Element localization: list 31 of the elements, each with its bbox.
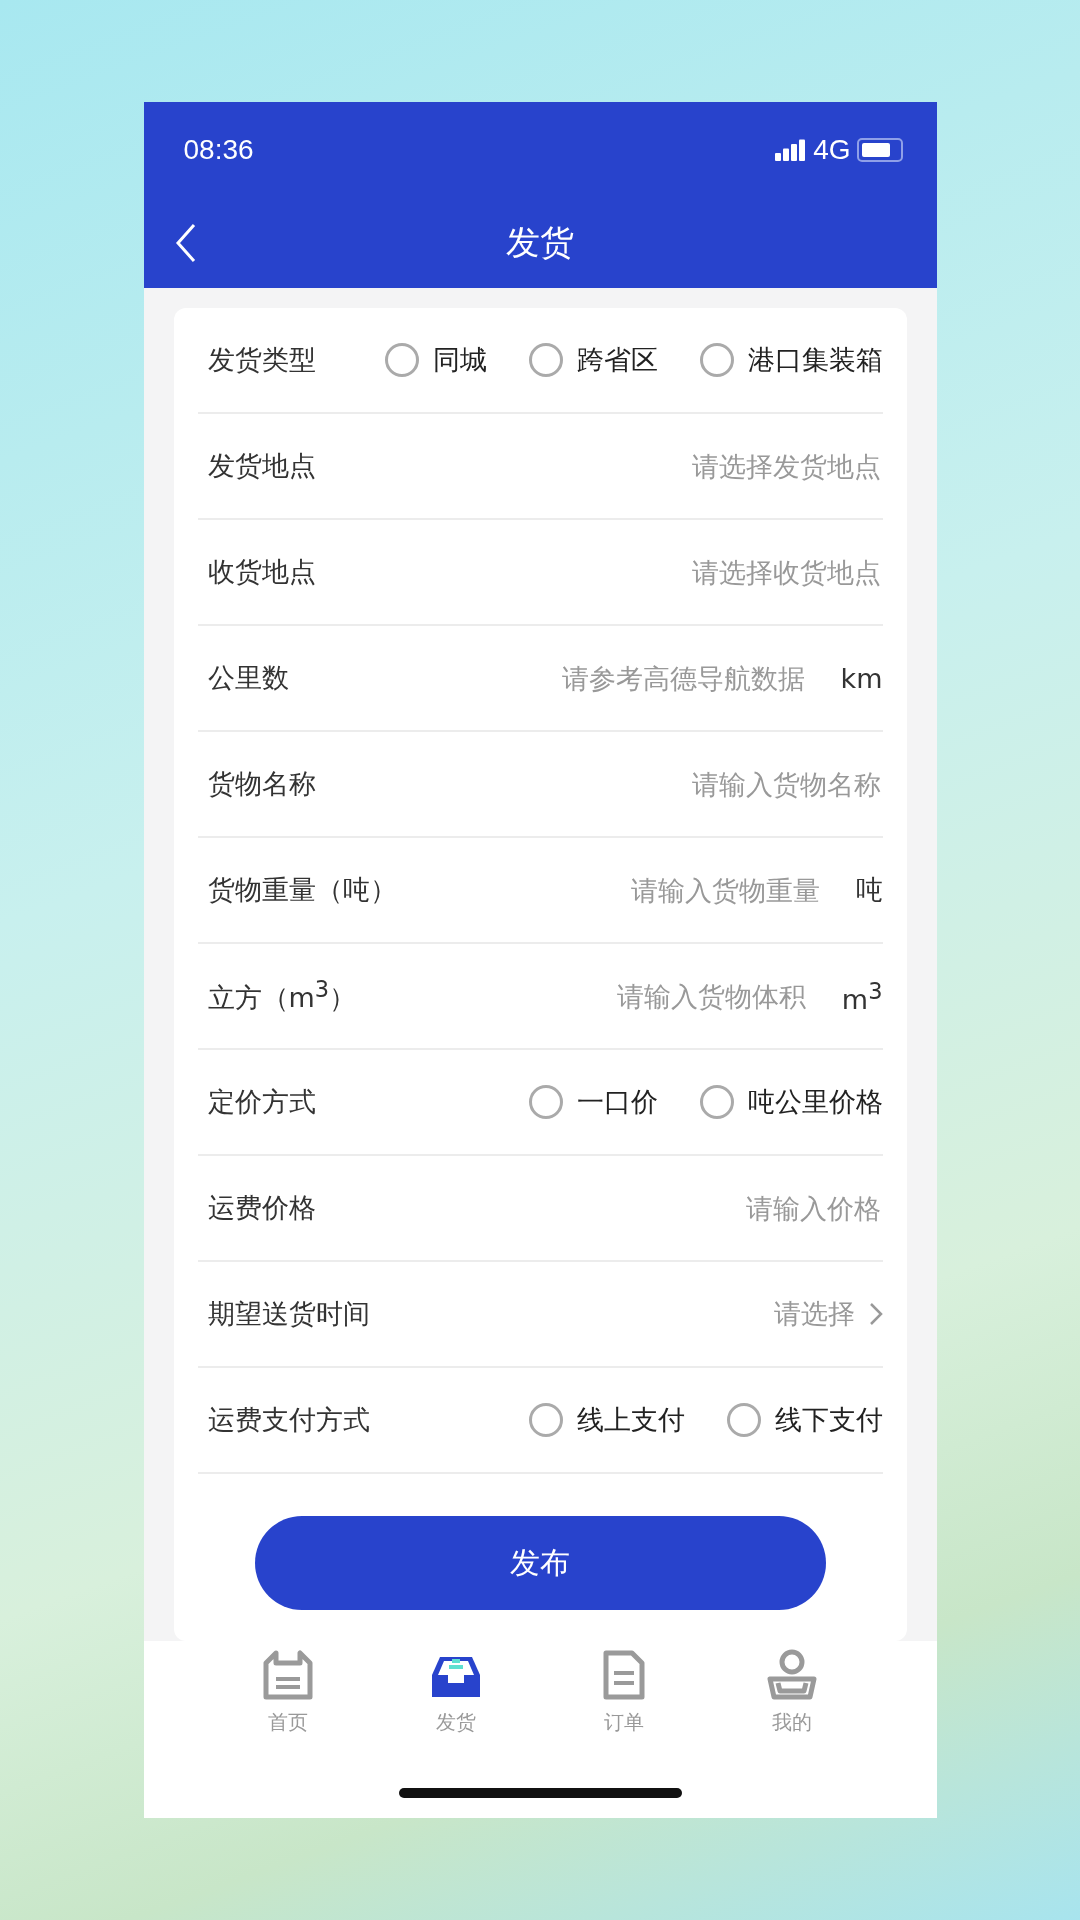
field-label: 运费支付方式 (207, 1403, 370, 1437)
unit-label: km (840, 662, 883, 694)
person-icon (766, 1649, 819, 1701)
publish-button[interactable]: 发布 (254, 1516, 826, 1610)
field-label: 期望送货时间 (207, 1297, 370, 1331)
field-label: 发货类型 (207, 343, 316, 377)
unit-label: 吨 (855, 873, 883, 907)
unit-label: m$^{3}$ (841, 977, 883, 1015)
radio-option[interactable]: 线上支付 (528, 1402, 685, 1438)
field-label: 收货地点 (207, 555, 316, 589)
chevron-right-icon (868, 1302, 883, 1326)
field-label: 立方（m$^{3}$） (207, 976, 357, 1015)
field-label: 定价方式 (207, 1085, 316, 1119)
document-icon (261, 1649, 314, 1701)
field-label: 货物名称 (207, 767, 316, 801)
page-title: 发货 (506, 220, 574, 264)
battery-icon (856, 137, 903, 162)
signal-icon (775, 138, 808, 161)
radio-option[interactable]: 一口价 (528, 1084, 658, 1120)
radio-option[interactable]: 港口集装箱 (699, 342, 883, 378)
field-label: 货物重量（吨） (207, 873, 397, 907)
network-type: 4G (813, 133, 851, 166)
radio-option[interactable]: 吨公里价格 (699, 1084, 883, 1120)
status-time: 08:36 (183, 133, 254, 166)
field-label: 公里数 (207, 661, 289, 695)
back-icon[interactable] (173, 223, 198, 263)
field-label: 运费价格 (207, 1191, 316, 1225)
radio-option[interactable]: 跨省区 (528, 342, 658, 378)
radio-option[interactable]: 线下支付 (726, 1402, 883, 1438)
radio-option[interactable]: 同城 (384, 342, 487, 378)
field-label: 发货地点 (207, 449, 316, 483)
